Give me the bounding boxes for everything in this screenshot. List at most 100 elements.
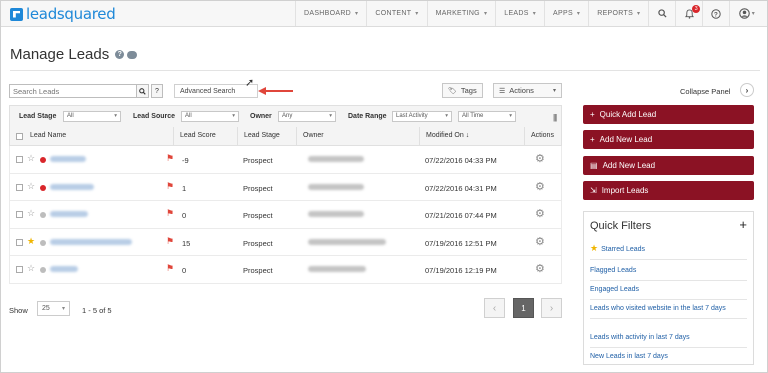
star-icon[interactable]: ☆: [27, 263, 35, 274]
table-row[interactable]: ★ ⚑ 15 Prospect 07/19/2016 12:51 PM ⚙: [9, 228, 562, 256]
lead-score: 15: [182, 238, 191, 248]
tags-button[interactable]: 🏷 Tags: [442, 83, 483, 98]
owner-redacted: [308, 183, 364, 190]
lead-score: 0: [182, 211, 187, 220]
chevron-down-icon: ▾: [445, 113, 448, 119]
lead-name-redacted[interactable]: [50, 238, 132, 245]
row-checkbox[interactable]: [16, 266, 23, 273]
chevron-right-icon[interactable]: ›: [740, 83, 754, 97]
row-checkbox[interactable]: [16, 156, 23, 163]
col-modified-on[interactable]: Modified On ↓: [419, 127, 525, 146]
quick-filter-new-leads[interactable]: New Leads in last 7 days: [590, 352, 747, 366]
col-lead-stage[interactable]: Lead Stage: [237, 127, 297, 146]
lead-name-redacted[interactable]: [50, 183, 94, 190]
nav-apps[interactable]: APPS ▾: [544, 1, 588, 26]
search-help-button[interactable]: ?: [151, 84, 163, 98]
star-icon[interactable]: ☆: [27, 153, 35, 164]
actions-button[interactable]: ☰ Actions ▾: [493, 83, 562, 98]
select-value: 25: [42, 305, 50, 312]
nav-search-button[interactable]: [648, 1, 675, 26]
time-range-select[interactable]: All Time ▾: [458, 111, 516, 122]
row-checkbox[interactable]: [16, 183, 23, 191]
gear-icon[interactable]: ⚙: [535, 180, 545, 193]
lead-stage-select[interactable]: All ▾: [63, 111, 121, 122]
search-input[interactable]: [9, 84, 149, 98]
flag-icon[interactable]: ⚑: [166, 236, 174, 247]
notification-badge: 3: [692, 5, 701, 13]
gear-icon[interactable]: ⚙: [535, 207, 545, 220]
col-lead-score[interactable]: Lead Score: [173, 127, 239, 146]
date-range-select[interactable]: Last Activity ▾: [392, 111, 452, 122]
table-row[interactable]: ☆ ⚑ 0 Prospect 07/21/2016 07:44 PM ⚙: [9, 201, 562, 229]
quick-filter-starred[interactable]: ★ Starred Leads: [590, 243, 747, 260]
select-value: All: [185, 113, 192, 119]
quick-filter-engaged[interactable]: Engaged Leads: [590, 285, 747, 300]
row-checkbox[interactable]: [16, 211, 23, 218]
lead-stage: Prospect: [243, 211, 273, 220]
prev-page-button[interactable]: ‹: [484, 298, 505, 318]
col-owner[interactable]: Owner: [296, 127, 420, 146]
quick-filter-flagged[interactable]: Flagged Leads: [590, 266, 747, 281]
gear-icon[interactable]: ⚙: [535, 152, 545, 165]
nav-reports[interactable]: REPORTS ▾: [588, 1, 648, 26]
next-page-button[interactable]: ›: [541, 298, 562, 318]
chat-icon[interactable]: [127, 50, 138, 59]
gear-icon[interactable]: ⚙: [535, 262, 545, 275]
chevron-down-icon: ▾: [552, 88, 556, 94]
col-modified-label: Modified On: [426, 132, 464, 139]
quick-filter-visited-website[interactable]: Leads who visited website in the last 7 …: [590, 304, 747, 319]
button-label: Add New Lead: [602, 161, 656, 170]
add-filter-button[interactable]: +: [739, 217, 747, 232]
table-row[interactable]: ☆ ⚑ 1 Prospect 07/22/2016 04:31 PM ⚙: [9, 173, 562, 201]
table-header: Lead Name Lead Score Lead Stage Owner Mo…: [9, 127, 562, 146]
select-all-checkbox[interactable]: [16, 133, 23, 140]
search-button[interactable]: [136, 84, 149, 98]
quick-add-lead-button[interactable]: + Quick Add Lead: [583, 105, 754, 124]
filter-label: Starred Leads: [601, 246, 646, 253]
col-lead-name[interactable]: Lead Name: [30, 132, 66, 139]
modified-on: 07/21/2016 07:44 PM: [425, 211, 497, 220]
logo-mark-icon: [10, 7, 23, 21]
lead-source-select[interactable]: All ▾: [181, 111, 239, 122]
search-icon: [658, 9, 667, 18]
star-icon[interactable]: ☆: [27, 208, 35, 219]
nav-content[interactable]: CONTENT ▾: [366, 1, 426, 26]
gear-icon[interactable]: ⚙: [535, 235, 545, 248]
collapse-panel-label[interactable]: Collapse Panel: [680, 87, 730, 96]
star-icon[interactable]: ☆: [27, 181, 35, 192]
flag-icon[interactable]: ⚑: [166, 153, 174, 164]
quick-filter-activity[interactable]: Leads with activity in last 7 days: [590, 333, 747, 348]
nav-user-menu[interactable]: ▾: [729, 1, 763, 26]
flag-icon[interactable]: ⚑: [166, 181, 174, 192]
nav-leads[interactable]: LEADS ▾: [495, 1, 544, 26]
nav-marketing[interactable]: MARKETING ▾: [426, 1, 496, 26]
lead-stage: Prospect: [243, 238, 273, 248]
add-new-lead-button[interactable]: + Add New Lead: [583, 130, 754, 149]
current-page-button[interactable]: 1: [513, 298, 534, 318]
lead-stage: Prospect: [243, 266, 273, 275]
help-icon[interactable]: ?: [115, 50, 125, 59]
page-size-select[interactable]: 25 ▾: [37, 301, 70, 316]
table-row[interactable]: ☆ ⚑ -9 Prospect 07/22/2016 04:33 PM ⚙: [9, 146, 562, 174]
search-icon: [139, 87, 146, 95]
star-icon[interactable]: ★: [27, 236, 35, 247]
table-row[interactable]: ☆ ⚑ 0 Prospect 07/19/2016 12:19 PM ⚙: [9, 256, 562, 284]
flag-icon[interactable]: ⚑: [166, 208, 174, 219]
import-leads-button[interactable]: ⇲ Import Leads: [583, 181, 754, 200]
nav-dashboard[interactable]: DASHBOARD ▾: [295, 1, 366, 26]
lead-name-redacted[interactable]: [50, 266, 78, 272]
lead-name-redacted[interactable]: [50, 156, 86, 162]
main-nav: DASHBOARD ▾ CONTENT ▾ MARKETING ▾ LEADS ▾ AP…: [295, 1, 763, 26]
row-checkbox[interactable]: [16, 238, 23, 246]
nav-help-button[interactable]: ?: [702, 1, 729, 26]
owner-select[interactable]: Any ▾: [278, 111, 336, 122]
nav-notifications-button[interactable]: 3: [675, 1, 702, 26]
quick-filters-title: Quick Filters: [590, 220, 652, 232]
add-new-lead-form-button[interactable]: ▤ Add New Lead: [583, 156, 754, 175]
columns-icon[interactable]: |||: [553, 113, 557, 122]
lead-name-redacted[interactable]: [50, 211, 88, 217]
lead-source-label: Lead Source: [133, 113, 176, 120]
brand-logo[interactable]: leadsquared: [10, 5, 116, 23]
chevron-down-icon: ▾: [329, 113, 332, 119]
flag-icon[interactable]: ⚑: [166, 263, 174, 274]
